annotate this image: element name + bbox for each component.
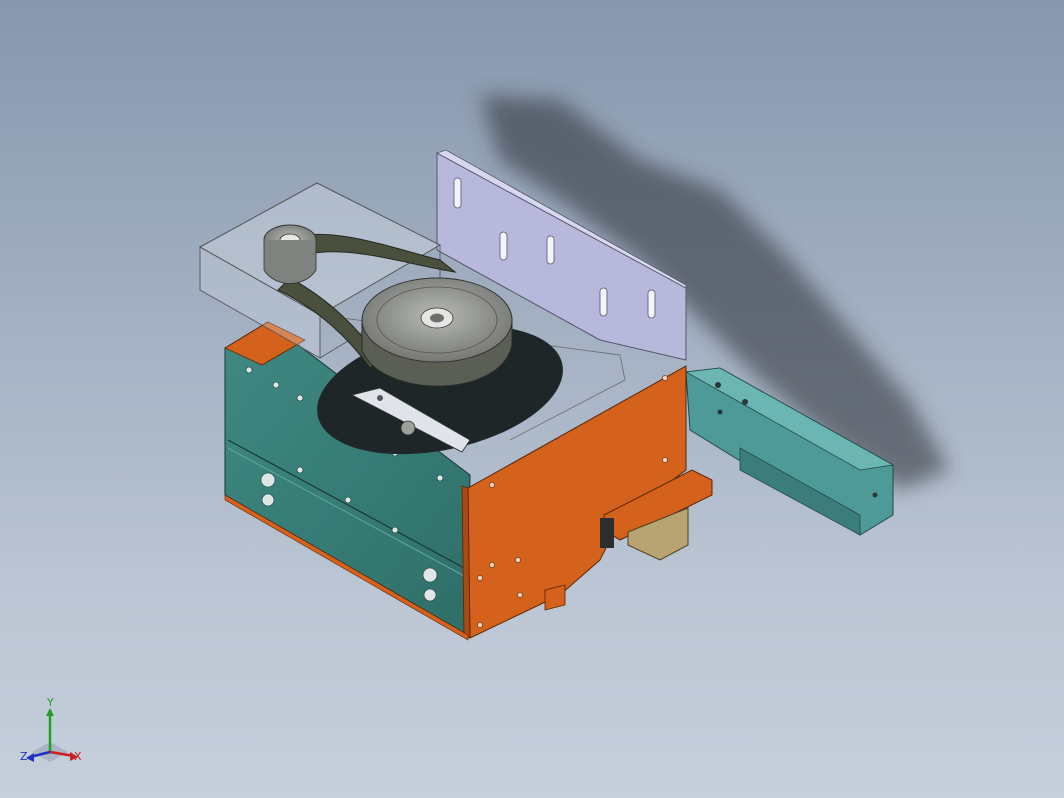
x-axis-label: X [74, 750, 82, 763]
y-axis-label: Y [46, 696, 54, 709]
axis-triad: Y X Z [20, 696, 82, 763]
small-pulley[interactable] [263, 224, 317, 284]
z-axis-label: Z [20, 750, 28, 763]
model-scene[interactable]: Y X Z [0, 0, 1064, 798]
large-pulley[interactable] [361, 277, 513, 387]
graphics-viewport[interactable]: Y X Z [0, 0, 1064, 798]
y-axis-arrow [46, 708, 54, 716]
